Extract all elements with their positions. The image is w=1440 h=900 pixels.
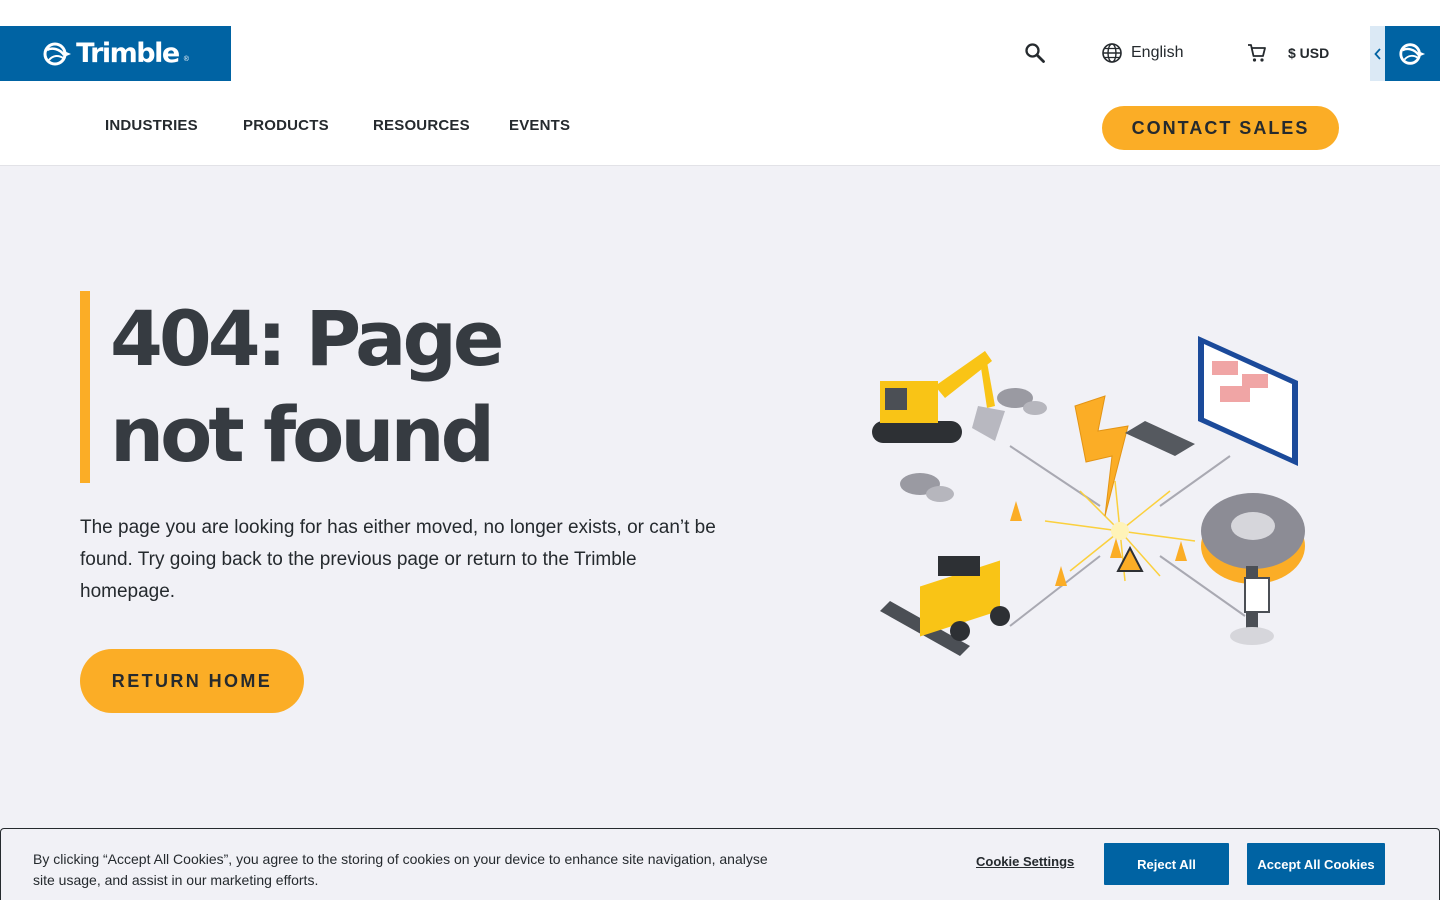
currency-label: $ USD	[1288, 45, 1330, 61]
top-bar: Trimble ® English $ USD	[0, 0, 1440, 81]
cart-icon	[1248, 44, 1266, 62]
side-tab-toggle[interactable]	[1370, 26, 1385, 81]
main-navigation: INDUSTRIES PRODUCTS RESOURCES EVENTS CON…	[0, 81, 1440, 166]
return-home-button[interactable]: RETURN HOME	[80, 649, 304, 713]
accept-all-cookies-button[interactable]: Accept All Cookies	[1247, 843, 1385, 885]
search-icon	[1025, 43, 1045, 63]
cart-button[interactable]	[1246, 39, 1268, 67]
excavator-graphic	[872, 351, 1005, 443]
lightning-bolt-graphic	[1074, 395, 1129, 517]
error-description: The page you are looking for has either …	[80, 517, 716, 602]
nav-item-resources[interactable]: RESOURCES	[373, 117, 470, 134]
language-selector[interactable]: English	[1101, 39, 1183, 67]
side-panel-tab[interactable]	[1370, 26, 1440, 81]
survey-station-graphic	[1201, 493, 1305, 645]
page-title-line-1: 404: Page	[110, 294, 504, 383]
nav-item-industries[interactable]: INDUSTRIES	[105, 117, 198, 134]
currency-selector[interactable]: $ USD	[1288, 39, 1329, 67]
logo-text: Trimble	[76, 38, 180, 69]
cookie-settings-link[interactable]: Cookie Settings	[976, 854, 1074, 869]
chevron-left-icon	[1373, 47, 1381, 60]
logo-inner: Trimble ®	[42, 38, 189, 69]
bulldozer-graphic	[880, 556, 1010, 656]
search-button[interactable]	[1024, 39, 1046, 67]
language-label: English	[1131, 44, 1184, 61]
construction-illustration	[872, 336, 1305, 656]
logo-registered: ®	[183, 56, 189, 63]
main-content: 404: Page not found The page you are loo…	[0, 166, 1440, 900]
cookie-banner: By clicking “Accept All Cookies”, you ag…	[0, 828, 1440, 900]
trimble-mark-icon	[1399, 43, 1426, 65]
reject-all-button[interactable]: Reject All	[1104, 843, 1229, 885]
page-title-line-2: not found	[110, 390, 495, 479]
contact-sales-button[interactable]: CONTACT SALES	[1102, 106, 1339, 150]
nav-item-events[interactable]: EVENTS	[509, 117, 570, 134]
globe-icon	[1102, 43, 1122, 63]
page-title-block: 404: Page not found	[80, 291, 504, 483]
nav-item-products[interactable]: PRODUCTS	[243, 117, 329, 134]
trimble-globe-icon	[43, 42, 72, 65]
trimble-logo[interactable]: Trimble ®	[0, 26, 231, 81]
cookie-banner-text: By clicking “Accept All Cookies”, you ag…	[33, 851, 768, 888]
monitor-graphic	[1125, 336, 1298, 466]
